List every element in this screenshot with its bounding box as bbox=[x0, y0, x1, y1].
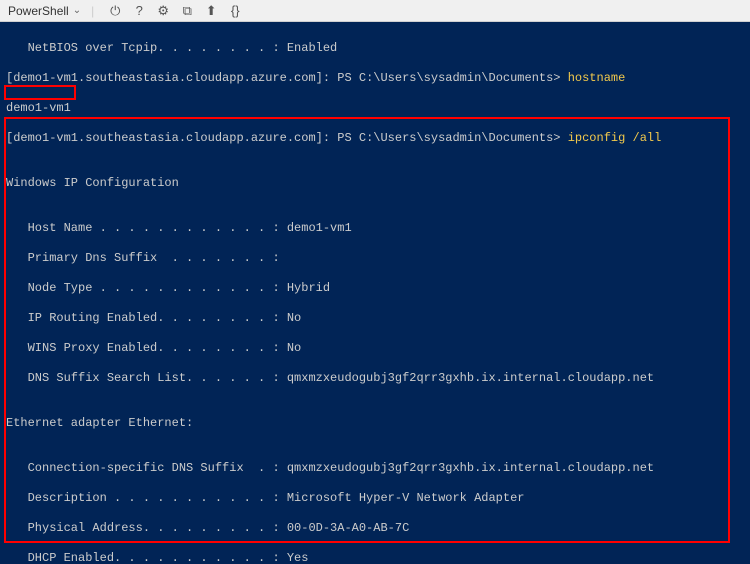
prompt-host: [demo1-vm1.southeastasia.cloudapp.azure.… bbox=[6, 71, 337, 85]
prompt-path: PS C:\Users\sysadmin\Documents> bbox=[337, 71, 567, 85]
prompt-line: [demo1-vm1.southeastasia.cloudapp.azure.… bbox=[6, 131, 744, 146]
command-text: ipconfig /all bbox=[568, 131, 662, 145]
output-line: Node Type . . . . . . . . . . . . : Hybr… bbox=[6, 281, 744, 296]
command-text: hostname bbox=[568, 71, 626, 85]
output-line: DNS Suffix Search List. . . . . . : qmxm… bbox=[6, 371, 744, 386]
terminal-output[interactable]: NetBIOS over Tcpip. . . . . . . . : Enab… bbox=[0, 22, 750, 564]
chevron-down-icon[interactable]: ⌄ bbox=[73, 5, 81, 16]
prompt-host: [demo1-vm1.southeastasia.cloudapp.azure.… bbox=[6, 131, 337, 145]
output-line: Host Name . . . . . . . . . . . . : demo… bbox=[6, 221, 744, 236]
output-line: IP Routing Enabled. . . . . . . . : No bbox=[6, 311, 744, 326]
tab-title: PowerShell bbox=[8, 4, 69, 18]
output-line: WINS Proxy Enabled. . . . . . . . : No bbox=[6, 341, 744, 356]
divider: | bbox=[91, 4, 94, 18]
adapter-title: Ethernet adapter Ethernet: bbox=[6, 416, 744, 431]
output-line: Physical Address. . . . . . . . . : 00-0… bbox=[6, 521, 744, 536]
window-titlebar: PowerShell ⌄ | ⏻ ? ⚙ ⧉ ⬆ {} bbox=[0, 0, 750, 22]
annotation-highlight-hostname bbox=[4, 85, 76, 100]
hostname-output: demo1-vm1 bbox=[6, 101, 744, 116]
braces-icon[interactable]: {} bbox=[228, 4, 242, 18]
ipconfig-title: Windows IP Configuration bbox=[6, 176, 744, 191]
tab-powershell[interactable]: PowerShell ⌄ bbox=[8, 4, 81, 18]
output-line: NetBIOS over Tcpip. . . . . . . . : Enab… bbox=[6, 41, 744, 56]
output-line: Connection-specific DNS Suffix . : qmxmz… bbox=[6, 461, 744, 476]
output-line: Primary Dns Suffix . . . . . . . : bbox=[6, 251, 744, 266]
gear-icon[interactable]: ⚙ bbox=[156, 4, 170, 18]
copy-icon[interactable]: ⧉ bbox=[180, 4, 194, 18]
output-line: DHCP Enabled. . . . . . . . . . . : Yes bbox=[6, 551, 744, 564]
upload-icon[interactable]: ⬆ bbox=[204, 4, 218, 18]
prompt-path: PS C:\Users\sysadmin\Documents> bbox=[337, 131, 567, 145]
power-icon[interactable]: ⏻ bbox=[108, 4, 122, 18]
output-line: Description . . . . . . . . . . . : Micr… bbox=[6, 491, 744, 506]
help-icon[interactable]: ? bbox=[132, 4, 146, 18]
prompt-line: [demo1-vm1.southeastasia.cloudapp.azure.… bbox=[6, 71, 744, 86]
